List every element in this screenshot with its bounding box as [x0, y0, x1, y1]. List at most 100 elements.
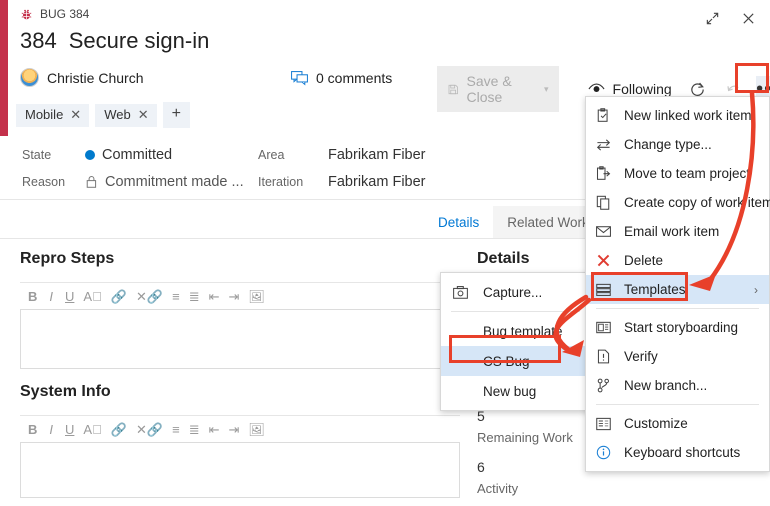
menu-item-change-type[interactable]: Change type... [586, 130, 769, 159]
customize-icon [596, 417, 618, 431]
state-field-label: State [22, 148, 52, 162]
numbered-list-icon[interactable]: ≣ [189, 423, 200, 436]
verify-icon [596, 349, 618, 364]
comments-count-label: 0 comments [316, 70, 393, 86]
menu-item-customize[interactable]: Customize [586, 409, 769, 438]
italic-icon[interactable]: I [46, 290, 56, 303]
tags-row: Mobile ✕ Web ✕ + [16, 102, 190, 128]
bulleted-list-icon[interactable]: ≡ [172, 423, 180, 436]
menu-item-email-work-item[interactable]: Email work item [586, 217, 769, 246]
eye-icon [588, 83, 605, 93]
bold-icon[interactable]: B [28, 290, 37, 303]
delete-icon [596, 253, 618, 268]
outdent-icon[interactable]: ⇤ [209, 423, 220, 436]
system-info-rte-toolbar: B I U A⃠ 🔗 ✕🔗 ≡ ≣ ⇤ ⇥ 🖼 [20, 415, 460, 442]
area-field-label: Area [258, 148, 285, 162]
work-item-type-accent-bar [0, 0, 8, 136]
unlink-icon[interactable]: ✕🔗 [136, 423, 163, 436]
image-icon[interactable]: 🖼 [248, 290, 265, 303]
window-controls [698, 6, 762, 30]
outdent-icon[interactable]: ⇤ [209, 290, 220, 303]
system-info-title: System Info [20, 383, 111, 400]
submenu-separator [451, 311, 580, 312]
submenu-item-capture[interactable]: Capture... [441, 277, 590, 307]
new-linked-work-item-icon [596, 108, 618, 123]
submenu-item-cs-bug[interactable]: CS Bug [441, 346, 590, 376]
bulleted-list-icon[interactable]: ≡ [172, 290, 180, 303]
remaining-work-value[interactable]: 6 [477, 459, 597, 475]
camera-icon [453, 285, 477, 299]
numbered-list-icon[interactable]: ≣ [189, 290, 200, 303]
more-actions-context-menu: New linked work item Change type... Move… [585, 96, 770, 472]
work-item-dialog: BUG 384 384 Secure sign-in Christie Chur… [0, 0, 770, 506]
remaining-work-label: Remaining Work [477, 430, 573, 445]
menu-item-verify[interactable]: Verify [586, 342, 769, 371]
comments-link[interactable]: 0 comments [291, 70, 392, 86]
image-icon[interactable]: 🖼 [248, 423, 265, 436]
close-icon[interactable] [734, 6, 762, 30]
unlink-icon[interactable]: ✕🔗 [136, 290, 163, 303]
storyboard-icon [596, 321, 618, 334]
tag-label: Web [104, 107, 131, 122]
repro-steps-section: Repro Steps B I U A⃠ 🔗 ✕🔗 ≡ ≣ ⇤ ⇥ 🖼 [20, 250, 460, 369]
clear-format-icon[interactable]: A⃠ [83, 423, 101, 436]
menu-separator [596, 404, 759, 405]
tab-details[interactable]: Details [424, 206, 494, 238]
work-item-type-row: BUG 384 [20, 7, 89, 21]
following-label: Following [612, 81, 672, 97]
repro-steps-editor[interactable] [20, 309, 460, 369]
templates-icon [596, 283, 618, 297]
menu-item-keyboard-shortcuts[interactable]: Keyboard shortcuts [586, 438, 769, 467]
iteration-field-label: Iteration [258, 175, 304, 189]
create-copy-icon [596, 195, 618, 210]
following-button[interactable]: Following [588, 81, 672, 97]
menu-item-create-copy-of-work-item[interactable]: Create copy of work item... [586, 188, 770, 217]
page-title[interactable]: Secure sign-in [69, 28, 210, 54]
save-icon [448, 84, 458, 94]
bold-icon[interactable]: B [28, 423, 37, 436]
submenu-item-bug-template[interactable]: Bug template [441, 316, 590, 346]
menu-item-start-storyboarding[interactable]: Start storyboarding [586, 313, 769, 342]
iteration-field-value[interactable]: Fabrikam Fiber [328, 174, 426, 190]
save-and-close-label: Save & Close [466, 73, 512, 105]
work-item-id: 384 [20, 28, 57, 53]
tag-mobile[interactable]: Mobile ✕ [16, 103, 90, 127]
menu-item-delete[interactable]: Delete [586, 246, 769, 275]
bug-icon [21, 9, 32, 19]
system-info-section: System Info B I U A⃠ 🔗 ✕🔗 ≡ ≣ ⇤ ⇥ 🖼 [20, 383, 460, 498]
title-row: 384 Secure sign-in [20, 28, 209, 54]
submenu-item-new-bug[interactable]: New bug [441, 376, 590, 406]
tag-remove-icon[interactable]: ✕ [70, 107, 81, 123]
expand-icon[interactable] [698, 6, 726, 30]
menu-item-move-to-team-project[interactable]: Move to team project [586, 159, 769, 188]
system-info-editor[interactable] [20, 442, 460, 498]
state-field-value[interactable]: Committed [85, 147, 172, 163]
chevron-down-icon[interactable]: ▾ [544, 84, 549, 95]
save-and-close-button[interactable]: Save & Close ▾ [437, 66, 559, 112]
indent-icon[interactable]: ⇥ [229, 290, 240, 303]
branch-icon [596, 378, 618, 393]
link-icon[interactable]: 🔗 [111, 423, 127, 436]
move-to-team-project-icon [596, 166, 618, 181]
underline-icon[interactable]: U [65, 423, 74, 436]
add-tag-button[interactable]: + [162, 102, 190, 128]
italic-icon[interactable]: I [46, 423, 56, 436]
details-panel-heading: Details [477, 250, 530, 267]
tag-label: Mobile [25, 107, 64, 122]
reason-field-value: Commitment made ... [85, 174, 244, 190]
underline-icon[interactable]: U [65, 290, 74, 303]
link-icon[interactable]: 🔗 [111, 290, 127, 303]
menu-item-new-linked-work-item[interactable]: New linked work item [586, 101, 769, 130]
activity-label: Activity [477, 481, 519, 496]
menu-item-templates[interactable]: Templates › [586, 275, 769, 304]
tag-remove-icon[interactable]: ✕ [138, 107, 149, 123]
assigned-to-row[interactable]: Christie Church [20, 68, 143, 87]
indent-icon[interactable]: ⇥ [229, 423, 240, 436]
tag-web[interactable]: Web ✕ [95, 103, 157, 127]
email-icon [596, 225, 618, 238]
repro-steps-rte-toolbar: B I U A⃠ 🔗 ✕🔗 ≡ ≣ ⇤ ⇥ 🖼 [20, 282, 460, 309]
clear-format-icon[interactable]: A⃠ [83, 290, 101, 303]
area-field-value[interactable]: Fabrikam Fiber [328, 147, 426, 163]
state-dot-icon [85, 150, 95, 160]
menu-item-new-branch[interactable]: New branch... [586, 371, 769, 400]
